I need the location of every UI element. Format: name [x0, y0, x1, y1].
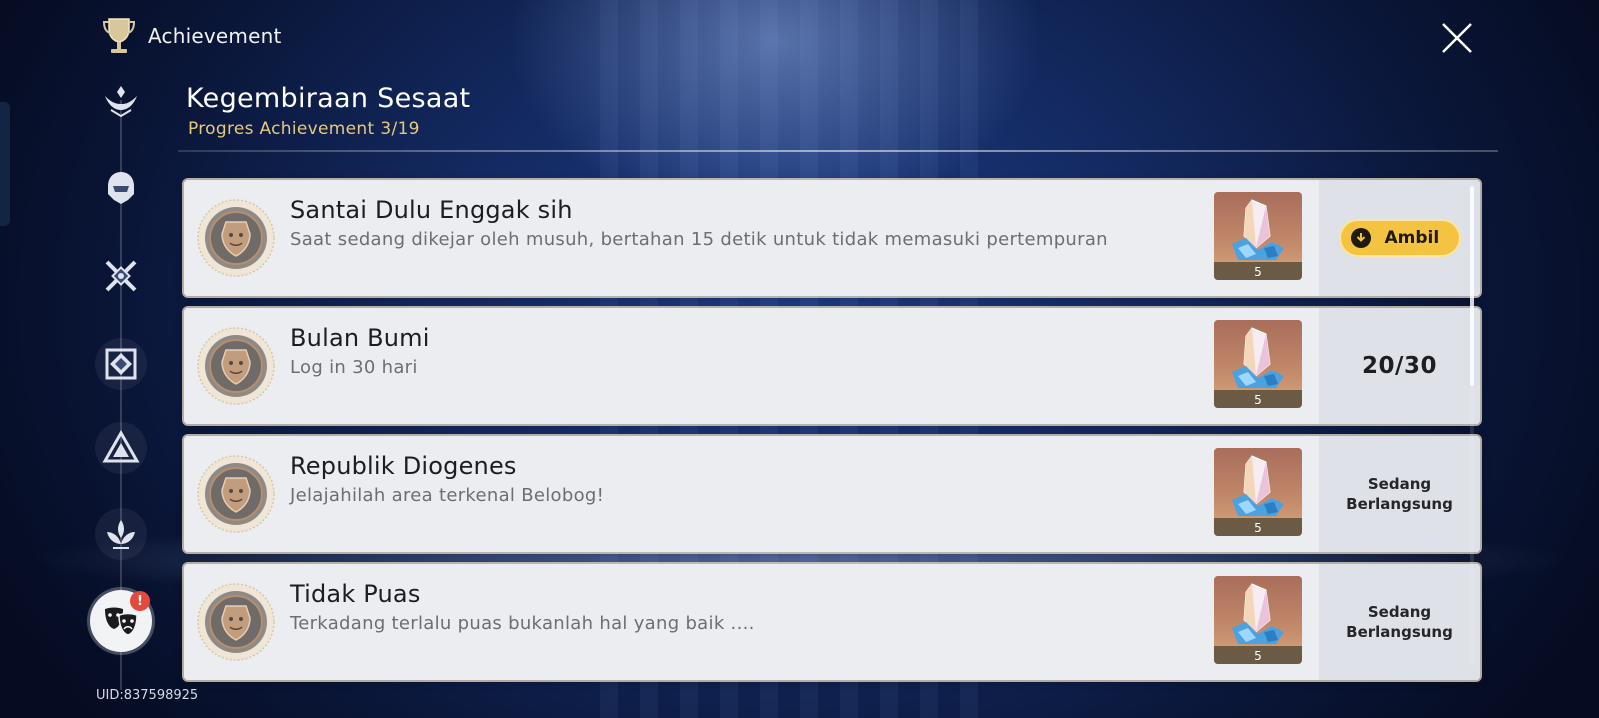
nav-item-helmet-crest[interactable] [95, 162, 147, 214]
achievement-name: Santai Dulu Enggak sih [290, 196, 573, 224]
reward-quantity: 5 [1254, 649, 1262, 663]
helmet-crest-icon [108, 172, 134, 204]
user-id: UID:837598925 [96, 688, 199, 703]
status-line-2: Berlangsung [1346, 495, 1453, 513]
reward-item[interactable]: 5 [1214, 192, 1302, 280]
achievement-medal-icon [197, 583, 275, 661]
achievement-row[interactable]: Republik Diogenes Jelajahilah area terke… [184, 436, 1480, 552]
reward-item[interactable]: 5 [1214, 448, 1302, 536]
reward-item[interactable]: 5 [1214, 576, 1302, 664]
crossed-swords-icon [105, 260, 137, 292]
reward-quantity: 5 [1254, 265, 1262, 279]
scrollbar-thumb[interactable] [1470, 186, 1474, 386]
achievement-row[interactable]: Santai Dulu Enggak sih Saat sedang dikej… [184, 180, 1480, 296]
achievement-status: 20/30 [1319, 308, 1480, 424]
download-arrow-icon [1350, 228, 1371, 248]
claim-button[interactable]: Ambil [1338, 219, 1461, 257]
trophy-icon [102, 18, 136, 53]
progress-label: Progres Achievement [188, 119, 375, 139]
lotus-emblem-icon [107, 520, 135, 549]
stellar-jade-icon [1232, 327, 1284, 388]
notification-badge: ! [130, 591, 150, 611]
stellar-jade-icon [1232, 199, 1284, 260]
achievement-description: Log in 30 hari [290, 357, 418, 378]
achievement-status: Ambil [1319, 180, 1480, 296]
category-progress: Progres Achievement 3/19 [188, 119, 420, 139]
achievement-description: Jelajahilah area terkenal Belobog! [290, 485, 605, 506]
nav-item-hands-crest[interactable] [95, 74, 147, 126]
status-line-1: Sedang [1367, 475, 1432, 493]
diamond-emblem-icon [105, 348, 137, 380]
achievement-medal-icon [197, 199, 275, 277]
reward-quantity: 5 [1254, 393, 1262, 407]
hands-crest-icon [105, 86, 137, 118]
claim-button-label: Ambil [1384, 228, 1440, 248]
reward-item[interactable]: 5 [1214, 320, 1302, 408]
list-scrollbar[interactable] [1470, 186, 1474, 666]
progress-count: 20/30 [1362, 353, 1437, 379]
triangle-emblem-icon [102, 429, 140, 463]
achievement-status: Sedang Berlangsung [1319, 564, 1480, 680]
close-icon [1442, 23, 1472, 53]
achievement-medal-icon [197, 455, 275, 533]
achievement-description: Saat sedang dikejar oleh musuh, bertahan… [290, 229, 1108, 250]
header-title: Achievement [148, 24, 282, 48]
close-button[interactable] [1437, 18, 1477, 58]
achievement-row[interactable]: Bulan Bumi Log in 30 hari 5 20/30 [184, 308, 1480, 424]
nav-item-diamond-emblem[interactable] [95, 338, 147, 390]
category-nav [90, 70, 152, 690]
stellar-jade-icon [1232, 455, 1284, 516]
achievement-name: Tidak Puas [290, 580, 421, 608]
achievement-name: Republik Diogenes [290, 452, 517, 480]
status-line-2: Berlangsung [1346, 623, 1453, 641]
status-line-1: Sedang [1367, 603, 1432, 621]
header: Achievement [102, 16, 282, 56]
stellar-jade-icon [1232, 583, 1284, 644]
nav-item-crossed-swords[interactable] [95, 250, 147, 302]
achievement-row[interactable]: Tidak Puas Terkadang terlalu puas bukanl… [184, 564, 1480, 680]
achievement-status: Sedang Berlangsung [1319, 436, 1480, 552]
ongoing-status: Sedang Berlangsung [1346, 602, 1453, 642]
ongoing-status: Sedang Berlangsung [1346, 474, 1453, 514]
category-title: Kegembiraan Sesaat [186, 83, 471, 114]
achievement-description: Terkadang terlalu puas bukanlah hal yang… [290, 613, 755, 634]
header-divider [178, 150, 1498, 152]
progress-value: 3/19 [380, 119, 420, 139]
side-rail-tab [0, 102, 10, 226]
reward-quantity: 5 [1254, 521, 1262, 535]
achievement-name: Bulan Bumi [290, 324, 430, 352]
nav-item-triangle-emblem[interactable] [95, 422, 147, 474]
nav-item-lotus-emblem[interactable] [95, 508, 147, 560]
achievement-medal-icon [197, 327, 275, 405]
